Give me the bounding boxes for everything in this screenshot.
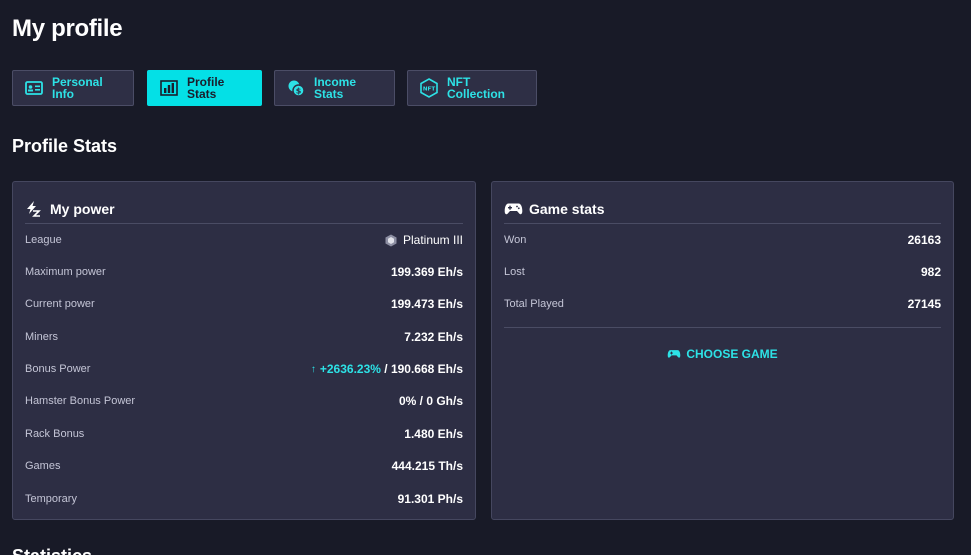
- power-row-label: Bonus Power: [25, 363, 91, 375]
- power-row-current-power: Current power 199.473 Eh/s: [25, 294, 463, 314]
- coins-icon: $: [286, 78, 306, 98]
- power-row-hamster-bonus-power: Hamster Bonus Power 0% / 0 Gh/s: [25, 391, 463, 411]
- choose-game-button[interactable]: CHOOSE GAME: [492, 344, 953, 364]
- power-row-value: / 190.668 Eh/s: [380, 362, 463, 376]
- nft-icon: NFT: [419, 78, 439, 98]
- power-row-league: League Platinum III: [25, 230, 463, 250]
- tab-profile-stats[interactable]: Profile Stats: [147, 70, 262, 106]
- game-row-won: Won 26163: [504, 230, 941, 250]
- power-row-bonus-power: Bonus Power ↑ +2636.23% / 190.668 Eh/s: [25, 359, 463, 379]
- game-stats-title: Game stats: [529, 200, 605, 217]
- tab-personal-info[interactable]: Personal Info: [12, 70, 134, 106]
- tab-nft-collection-label: NFT Collection: [447, 75, 506, 101]
- tab-personal-info-label: Personal Info: [52, 75, 103, 101]
- id-card-icon: [24, 78, 44, 98]
- choose-game-label: CHOOSE GAME: [686, 347, 778, 361]
- gamepad-icon: [504, 200, 524, 218]
- section-title: Profile Stats: [12, 136, 118, 156]
- tab-profile-stats-label: Profile Stats: [187, 75, 225, 101]
- power-row-miners: Miners 7.232 Eh/s: [25, 327, 463, 347]
- power-row-label: Temporary: [25, 493, 77, 505]
- gamepad-icon: [668, 350, 681, 358]
- bonus-arrow-up-icon: ↑: [310, 363, 316, 375]
- game-row-value: 26163: [907, 233, 941, 247]
- game-stats-divider: [504, 327, 941, 328]
- power-row-label: Hamster Bonus Power: [25, 395, 136, 407]
- svg-text:$: $: [296, 87, 302, 96]
- tab-income-stats-label: Income Stats: [314, 75, 357, 101]
- lightning-icon: [25, 200, 45, 218]
- game-row-value: 982: [920, 265, 941, 279]
- game-row-label: Lost: [504, 266, 525, 278]
- power-row-value: 91.301 Ph/s: [397, 492, 463, 506]
- my-power-title: My power: [50, 200, 115, 217]
- game-row-total-played: Total Played 27145: [504, 294, 941, 314]
- power-row-value: Platinum III: [402, 233, 463, 247]
- power-row-rack-bonus: Rack Bonus 1.480 Eh/s: [25, 424, 463, 444]
- my-power-header: My power: [25, 194, 463, 224]
- game-stats-header: Game stats: [504, 194, 941, 224]
- svg-text:NFT: NFT: [423, 87, 436, 93]
- bonus-percent: +2636.23%: [319, 362, 381, 376]
- power-row-value: 1.480 Eh/s: [404, 427, 463, 441]
- power-row-maximum-power: Maximum power 199.369 Eh/s: [25, 262, 463, 282]
- statistics-heading: Statistics: [12, 546, 92, 555]
- power-row-label: Maximum power: [25, 266, 106, 278]
- game-row-lost: Lost 982: [504, 262, 941, 282]
- power-row-games: Games 444.215 Th/s: [25, 456, 463, 476]
- game-row-label: Won: [504, 234, 527, 246]
- power-row-value: 199.369 Eh/s: [390, 265, 463, 279]
- power-row-label: League: [25, 234, 62, 246]
- power-row-label: Rack Bonus: [25, 428, 85, 440]
- game-stats-card: Game stats Won 26163 Lost 982 Total Play…: [491, 181, 954, 520]
- power-row-value: 0% / 0 Gh/s: [398, 394, 463, 408]
- power-row-value: 199.473 Eh/s: [390, 297, 463, 311]
- power-row-value: 444.215 Th/s: [391, 459, 463, 473]
- league-badge-icon: [385, 234, 397, 247]
- game-row-value: 27145: [907, 297, 941, 311]
- tab-income-stats[interactable]: $ Income Stats: [274, 70, 395, 106]
- page-title: My profile: [12, 15, 123, 42]
- tab-nft-collection[interactable]: NFT NFT Collection: [407, 70, 537, 106]
- power-row-value: 7.232 Eh/s: [404, 330, 463, 344]
- power-row-label: Current power: [25, 298, 95, 310]
- power-row-temporary: Temporary 91.301 Ph/s: [25, 489, 463, 509]
- power-row-label: Games: [25, 460, 61, 472]
- power-row-label: Miners: [25, 331, 59, 343]
- bar-chart-icon: [159, 78, 179, 98]
- my-power-card: My power League Platinum III Maximum pow…: [12, 181, 476, 520]
- game-row-label: Total Played: [504, 298, 564, 310]
